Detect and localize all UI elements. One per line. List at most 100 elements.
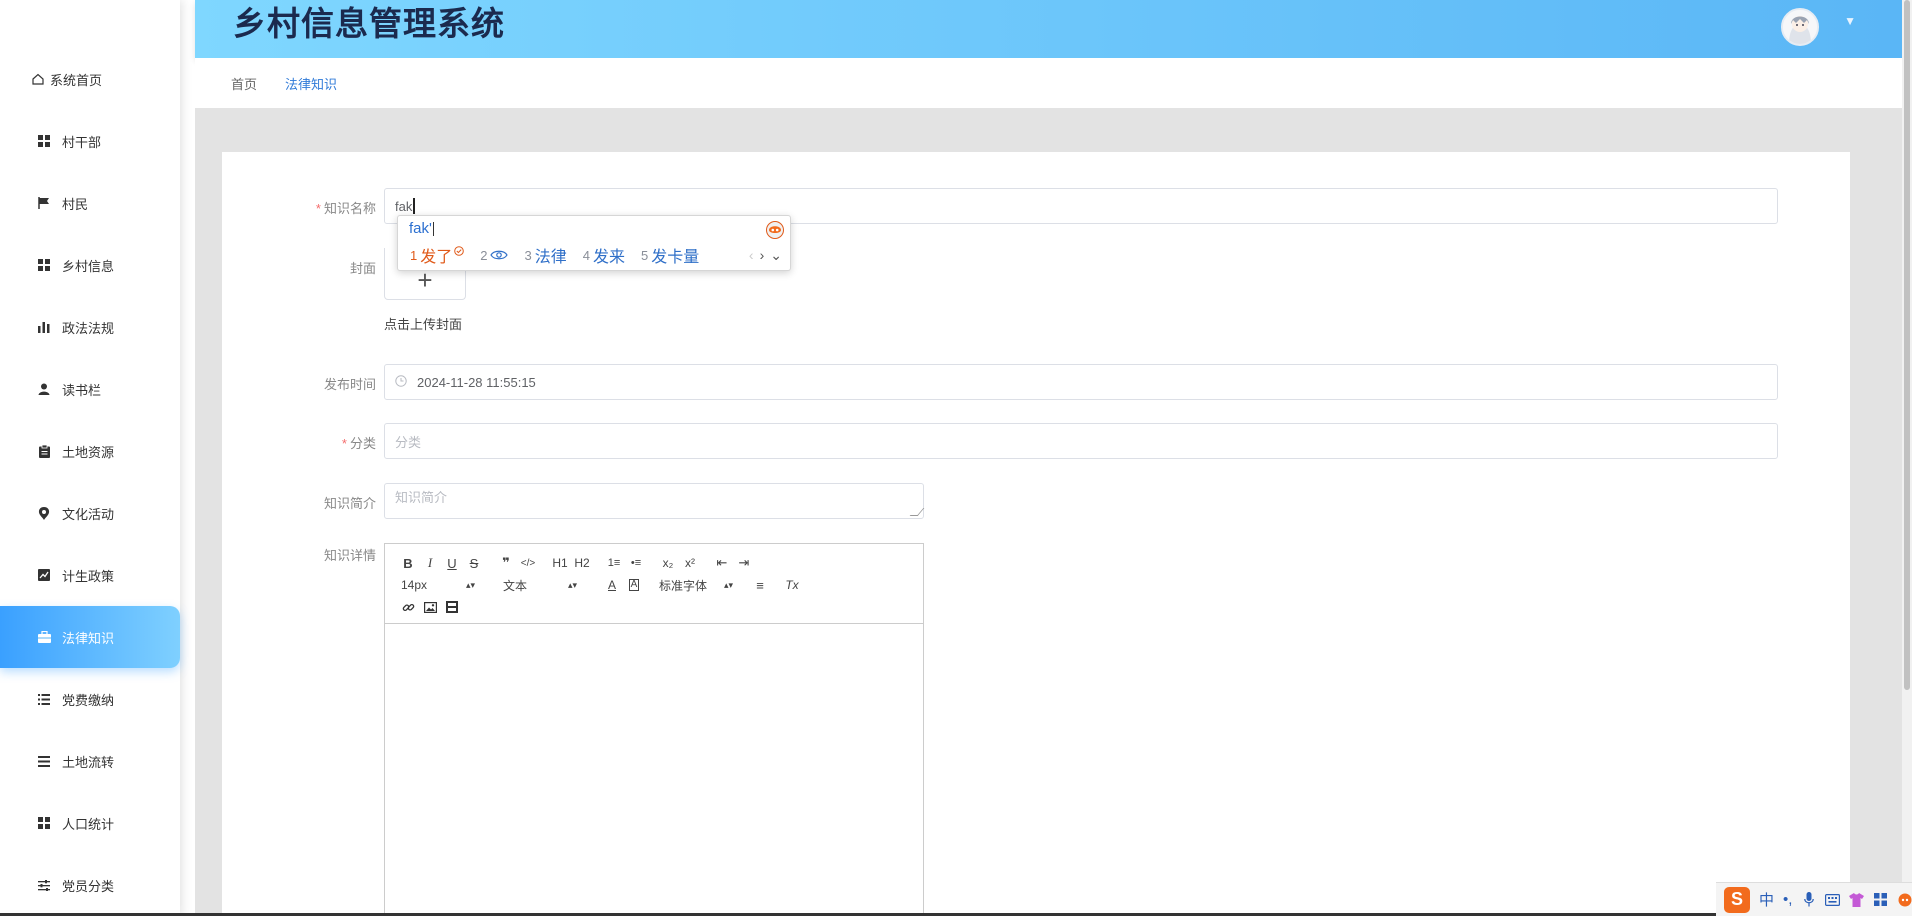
form-label-detail: 知识详情 <box>323 548 376 563</box>
toolbox-grid-icon[interactable] <box>1873 892 1888 908</box>
subscript-button[interactable]: x₂ <box>657 553 679 573</box>
ime-candidate-number: 5 <box>640 247 649 263</box>
italic-button[interactable]: I <box>419 553 441 573</box>
category-input[interactable]: 分类 <box>384 423 1778 459</box>
cover-upload-hint: 点击上传封面 <box>384 317 463 332</box>
required-mark: * <box>341 436 347 451</box>
category-placeholder: 分类 <box>395 434 422 450</box>
microphone-icon[interactable] <box>1801 892 1816 908</box>
sidebar-item-regulations[interactable]: 政法法规 <box>0 296 180 358</box>
form-label-name: * 知识名称 <box>256 198 376 217</box>
sidebar-item-party-member-category[interactable]: 党员分类 <box>0 854 180 916</box>
align-button[interactable]: ≡ <box>749 575 771 595</box>
ime-composition-text: fak' <box>409 220 432 237</box>
publish-time-value: 2024-11-28 11:55:15 <box>417 374 536 390</box>
clear-format-button[interactable]: Tx <box>781 575 803 595</box>
sidebar-item-label: 党员分类 <box>62 878 115 894</box>
sidebar-item-land-transfer[interactable]: 土地流转 <box>0 730 180 792</box>
ime-candidate-3[interactable]: 3 法律 <box>524 243 566 267</box>
code-block-button[interactable]: </> <box>517 553 539 573</box>
underline-button[interactable]: U <box>441 553 463 573</box>
form-row-category: * 分类 分类 <box>222 423 1850 459</box>
indent-button[interactable]: ⇥ <box>733 553 755 573</box>
font-family-value: 标准字体 <box>659 578 708 593</box>
avatar-illustration-icon <box>1783 10 1817 44</box>
ime-punctuation-mode[interactable]: •, <box>1783 891 1792 908</box>
strike-button[interactable]: S <box>463 553 485 573</box>
user-dropdown-caret-icon[interactable]: ▼ <box>1844 14 1856 28</box>
sidebar-item-party-dues[interactable]: 党费缴纳 <box>0 668 180 730</box>
sidebar-item-village-info[interactable]: 乡村信息 <box>0 234 180 296</box>
sidebar-item-population-stats[interactable]: 人口统计 <box>0 792 180 854</box>
sidebar-item-cultural-activities[interactable]: 文化活动 <box>0 482 180 544</box>
superscript-button[interactable]: x² <box>679 553 701 573</box>
video-button[interactable] <box>441 597 463 617</box>
intro-placeholder: 知识简介 <box>395 490 448 505</box>
ime-expand-icon[interactable]: ⌄ <box>770 247 782 264</box>
block-type-select[interactable]: 文本 ▴▾ <box>499 575 581 595</box>
required-mark: * <box>315 201 321 216</box>
outdent-button[interactable]: ⇤ <box>711 553 733 573</box>
bullet-list-button[interactable]: •≡ <box>625 553 647 573</box>
background-color-button[interactable]: A <box>623 575 645 595</box>
sidebar-item-villager[interactable]: 村民 <box>0 172 180 234</box>
rich-text-editor: B I U S ❞ </> H1 H2 1≡ •≡ x₂ x² ⇤ ⇥ 14px… <box>384 543 924 916</box>
keyboard-icon[interactable] <box>1825 892 1841 908</box>
page-scrollbar-thumb[interactable] <box>1904 0 1910 690</box>
image-icon <box>423 601 437 613</box>
skin-shirt-icon[interactable] <box>1849 892 1865 908</box>
ime-next-page-icon[interactable]: › <box>760 247 765 264</box>
sidebar-item-label: 党费缴纳 <box>62 692 115 708</box>
page-scrollbar[interactable] <box>1902 0 1912 916</box>
ime-composition: fak' <box>409 220 434 237</box>
form-label-text: 知识名称 <box>323 201 376 216</box>
sidebar-item-reading[interactable]: 读书栏 <box>0 358 180 420</box>
ime-candidate-4[interactable]: 4 发来 <box>583 243 625 267</box>
block-type-value: 文本 <box>503 578 528 593</box>
ime-status-tray: S 中 •, <box>1716 882 1912 916</box>
ime-mascot-small-icon[interactable] <box>1897 892 1912 908</box>
ime-candidate-1[interactable]: 1 发了 <box>410 243 465 267</box>
clock-icon <box>395 375 409 389</box>
toolbar-row-3 <box>397 596 911 618</box>
sidebar-item-legal-knowledge[interactable]: 法律知识 <box>0 606 180 668</box>
ime-chinese-mode[interactable]: 中 <box>1759 889 1774 910</box>
image-button[interactable] <box>419 597 441 617</box>
sidebar-item-label: 计生政策 <box>62 568 115 584</box>
font-family-select[interactable]: 标准字体 ▴▾ <box>655 575 737 595</box>
resize-handle-icon[interactable] <box>909 508 925 516</box>
sogou-logo-icon[interactable]: S <box>1724 886 1750 913</box>
font-size-select[interactable]: 14px ▴▾ <box>397 575 479 595</box>
sidebar-item-land-resources[interactable]: 土地资源 <box>0 420 180 482</box>
ime-candidate-2[interactable]: 2 <box>480 248 509 263</box>
link-button[interactable] <box>397 597 419 617</box>
publish-time-picker[interactable]: 2024-11-28 11:55:15 <box>384 364 1778 400</box>
ime-navigation: ‹ › ⌄ <box>749 247 782 264</box>
ime-candidate-5[interactable]: 5 发卡量 <box>641 243 699 267</box>
bg-color-label: A <box>628 579 640 591</box>
ime-prev-page-icon[interactable]: ‹ <box>749 247 754 264</box>
ime-candidate-number: 1 <box>410 247 418 263</box>
sidebar: 系统首页 村干部 村民 乡村信息 政法法规 读书栏 土地资源 文化活动 计生政策… <box>0 0 180 916</box>
select-arrows-icon: ▴▾ <box>567 579 577 590</box>
breadcrumb-home[interactable]: 首页 <box>231 74 257 93</box>
sidebar-item-label: 人口统计 <box>62 816 115 832</box>
sidebar-item-label: 系统首页 <box>50 72 103 88</box>
font-color-button[interactable]: A <box>601 575 623 595</box>
heading-2-button[interactable]: H2 <box>571 553 593 573</box>
sidebar-item-family-planning[interactable]: 计生政策 <box>0 544 180 606</box>
form-label-text: 分类 <box>349 436 376 451</box>
grid-icon <box>36 133 52 149</box>
sidebar-item-home[interactable]: 系统首页 <box>0 48 180 110</box>
editor-content-area[interactable] <box>385 624 923 916</box>
sidebar-item-label: 村民 <box>62 196 89 212</box>
sidebar-item-label: 乡村信息 <box>62 258 115 274</box>
heading-1-button[interactable]: H1 <box>549 553 571 573</box>
bold-button[interactable]: B <box>397 553 419 573</box>
sidebar-item-village-cadre[interactable]: 村干部 <box>0 110 180 172</box>
home-icon <box>30 71 46 87</box>
ordered-list-button[interactable]: 1≡ <box>603 553 625 573</box>
intro-textarea[interactable]: 知识简介 <box>384 483 925 519</box>
blockquote-button[interactable]: ❞ <box>495 553 517 573</box>
avatar[interactable] <box>1781 8 1819 46</box>
